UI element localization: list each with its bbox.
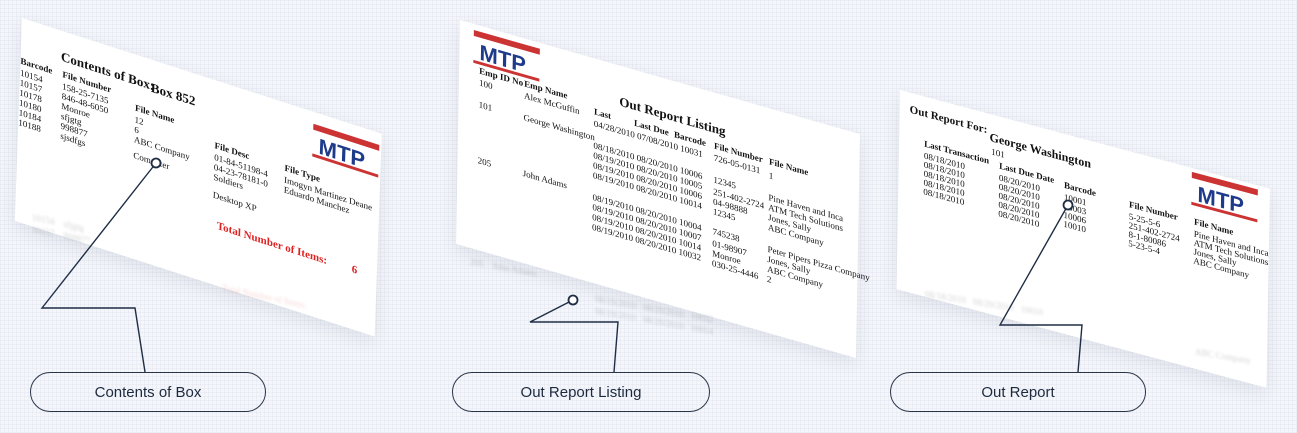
connector-out-report — [998, 204, 1083, 373]
marker-dot-out-report — [1062, 199, 1074, 211]
connector-out-report-listing — [529, 299, 619, 373]
out-report-listing-button[interactable]: Out Report Listing — [452, 372, 710, 412]
out-report-button[interactable]: Out Report — [890, 372, 1146, 412]
contents-of-box-button[interactable]: Contents of Box — [30, 372, 266, 412]
connector-contents-of-box — [40, 162, 157, 373]
marker-dot-out-report-listing — [567, 294, 579, 306]
callout-connectors — [40, 157, 1083, 373]
marker-dot-contents-of-box — [150, 157, 162, 169]
